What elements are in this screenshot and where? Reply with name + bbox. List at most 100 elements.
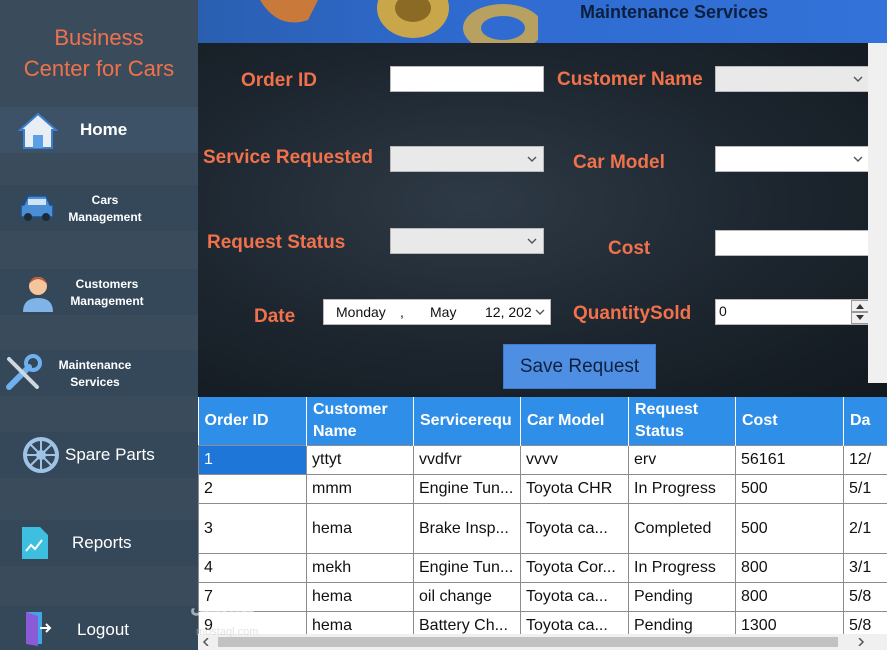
save-request-button[interactable]: Save Request	[503, 344, 656, 389]
table-header-row: Order ID Customer Name Servicerequ Car M…	[198, 397, 887, 446]
car-model-select[interactable]	[715, 146, 870, 172]
car-parts-banner-icon	[260, 0, 538, 43]
page-title: Maintenance Services	[580, 2, 769, 22]
nav-reports[interactable]: Reports	[0, 520, 198, 566]
nav-logout[interactable]: Logout	[0, 606, 198, 650]
requests-table: Order ID Customer Name Servicerequ Car M…	[198, 397, 887, 650]
quantity-sold-stepper[interactable]: 0	[715, 299, 870, 325]
table-cell[interactable]: mekh	[306, 553, 414, 583]
chevron-right-icon[interactable]	[857, 638, 865, 646]
nav-home-label: Home	[80, 120, 128, 139]
customer-icon	[19, 272, 57, 312]
table-cell[interactable]: 2	[198, 474, 307, 504]
table-cell[interactable]: 500	[735, 503, 844, 554]
table-cell[interactable]: 800	[735, 553, 844, 583]
column-header[interactable]: Cost	[735, 397, 844, 446]
table-cell[interactable]: 4	[198, 553, 307, 583]
date-label: Date	[254, 306, 296, 327]
logout-icon	[22, 610, 52, 646]
sidebar: Business Center for Cars Home Cars Manag…	[0, 0, 198, 650]
order-id-input[interactable]	[390, 66, 544, 92]
table-cell[interactable]: Engine Tun...	[413, 553, 521, 583]
scrollbar-thumb[interactable]	[218, 637, 838, 647]
table-cell[interactable]: In Progress	[628, 474, 736, 504]
chevron-down-icon	[535, 309, 545, 315]
vertical-scrollbar[interactable]	[868, 43, 887, 383]
quantity-sold-value: 0	[719, 303, 727, 319]
nav-maintenance-services[interactable]: Maintenance Services	[0, 350, 198, 396]
wheel-icon	[22, 436, 60, 474]
table-row[interactable]: 1 yttyt vvdfvr vvvv erv 56161 12/	[198, 445, 887, 475]
table-cell[interactable]: vvvv	[520, 445, 629, 475]
table-cell[interactable]: Toyota CHR	[520, 474, 629, 504]
column-header[interactable]: Da	[843, 397, 887, 446]
table-cell[interactable]: erv	[628, 445, 736, 475]
table-cell[interactable]: vvdfvr	[413, 445, 521, 475]
table-cell[interactable]: Engine Tun...	[413, 474, 521, 504]
request-form: Order ID Customer Name Service Requested…	[198, 43, 887, 397]
table-cell[interactable]: 500	[735, 474, 844, 504]
table-row[interactable]: 2 mmm Engine Tun... Toyota CHR In Progress 50…	[198, 474, 887, 504]
stepper-up-icon[interactable]	[851, 300, 869, 312]
nav-cars-label-1: Cars	[91, 193, 119, 207]
cost-input[interactable]	[715, 230, 870, 256]
table-cell[interactable]: 1	[198, 445, 307, 475]
request-status-select[interactable]	[390, 228, 544, 254]
table-cell[interactable]: 56161	[735, 445, 844, 475]
table-cell[interactable]: Brake Insp...	[413, 503, 521, 554]
table-cell[interactable]: Toyota ca...	[520, 582, 629, 612]
brand-line-2: Center for Cars	[23, 56, 175, 81]
customer-name-label: Customer Name	[557, 69, 703, 90]
nav-home[interactable]: Home	[0, 107, 198, 153]
nav-cars-label-2: Management	[68, 210, 142, 224]
table-cell[interactable]: hema	[306, 582, 414, 612]
table-cell[interactable]: Completed	[628, 503, 736, 554]
table-row[interactable]: 7 hema oil change Toyota ca... Pending 800 5/8	[198, 582, 887, 612]
table-cell[interactable]: 3	[198, 503, 307, 554]
table-cell[interactable]: yttyt	[306, 445, 414, 475]
customer-name-select[interactable]	[715, 66, 870, 92]
column-header[interactable]: Order ID	[198, 397, 307, 446]
watermark-logo: مستقل	[190, 592, 256, 617]
table-row[interactable]: 4 mekh Engine Tun... Toyota Cor... In Progre…	[198, 553, 887, 583]
table-cell[interactable]: mmm	[306, 474, 414, 504]
table-cell[interactable]: 12/	[843, 445, 887, 475]
date-weekday: Monday	[336, 304, 386, 320]
quantity-sold-label: QuantitySold	[573, 303, 692, 324]
table-cell[interactable]: 5/1	[843, 474, 887, 504]
chevron-left-icon[interactable]	[202, 638, 210, 646]
nav-customers-management[interactable]: Customers Management	[0, 269, 198, 315]
service-requested-label: Service Requested	[203, 147, 374, 168]
table-cell[interactable]: 800	[735, 582, 844, 612]
table-cell[interactable]: In Progress	[628, 553, 736, 583]
request-status-label: Request Status	[207, 232, 346, 253]
car-icon	[18, 191, 56, 225]
stepper-down-icon[interactable]	[851, 312, 869, 324]
nav-cars-management[interactable]: Cars Management	[0, 185, 198, 231]
column-header[interactable]: Customer Name	[306, 397, 414, 446]
column-header[interactable]: Request Status	[628, 397, 736, 446]
column-header[interactable]: Car Model	[520, 397, 629, 446]
table-row[interactable]: 3 hema Brake Insp... Toyota ca... Completed 5…	[198, 503, 887, 554]
horizontal-scrollbar[interactable]	[198, 634, 887, 650]
brand-title: Business Center for Cars	[0, 22, 198, 84]
date-picker[interactable]: Monday , May 12, 202	[323, 299, 551, 325]
table-cell[interactable]: Pending	[628, 582, 736, 612]
wrench-icon	[3, 353, 43, 393]
nav-maintenance-label-2: Services	[70, 375, 120, 389]
main-panel: Maintenance Services Order ID Customer N…	[198, 0, 887, 650]
table-cell[interactable]: 3/1	[843, 553, 887, 583]
table-cell[interactable]: 5/8	[843, 582, 887, 612]
requests-grid: Order ID Customer Name Servicerequ Car M…	[198, 397, 887, 641]
table-cell[interactable]: oil change	[413, 582, 521, 612]
chevron-down-icon	[527, 238, 537, 244]
table-cell[interactable]: Toyota ca...	[520, 503, 629, 554]
table-cell[interactable]: hema	[306, 503, 414, 554]
column-header[interactable]: Servicerequ	[413, 397, 521, 446]
nav-spare-parts[interactable]: Spare Parts	[0, 432, 198, 478]
service-requested-select[interactable]	[390, 146, 544, 172]
nav-cars-label: Cars Management	[60, 192, 150, 226]
nav-spare-parts-label: Spare Parts	[65, 445, 155, 464]
table-cell[interactable]: 2/1	[843, 503, 887, 554]
table-cell[interactable]: Toyota Cor...	[520, 553, 629, 583]
